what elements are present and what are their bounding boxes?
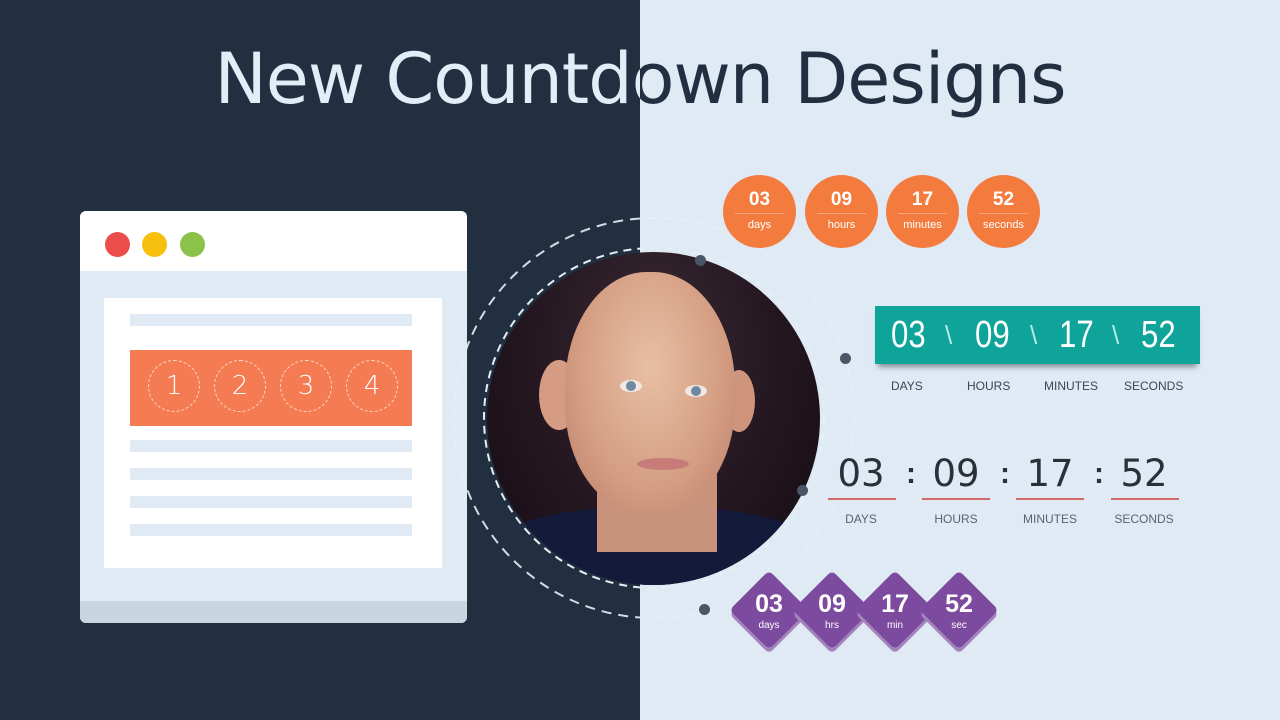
countdown-value: 17: [1059, 314, 1094, 356]
countdown-value: 03: [891, 314, 926, 356]
mouth-shape: [637, 458, 689, 470]
connector-node-icon: [840, 353, 851, 364]
promo-number-circle: 2: [214, 360, 266, 412]
underline: [1016, 498, 1084, 500]
placeholder-text-line: [130, 440, 412, 452]
countdown-value: 17: [911, 189, 934, 210]
countdown-value: 17: [1026, 452, 1074, 495]
placeholder-text-line: [130, 314, 412, 326]
countdown-unit-seconds: 52 sec: [919, 570, 999, 650]
countdown-value: 09: [975, 314, 1010, 356]
countdown-label: MINUTES: [1023, 512, 1077, 526]
countdown-unit-minutes: 17 minutes: [886, 175, 959, 248]
countdown-teal-bar: 03 \ 09 \ 17 \ 52: [875, 306, 1200, 364]
countdown-unit-hours: 09 hrs: [792, 570, 872, 650]
divider: [898, 213, 947, 214]
countdown-unit-days: 03 days: [723, 175, 796, 248]
browser-window-illustration: 1 2 3 4: [80, 211, 467, 623]
countdown-label: DAYS: [845, 512, 877, 526]
placeholder-text-line: [130, 468, 412, 480]
separator: \: [945, 320, 953, 350]
connector-node-icon: [797, 485, 808, 496]
countdown-value: 52: [1120, 452, 1168, 495]
countdown-label: MINUTES: [1044, 379, 1098, 393]
countdown-label: days: [747, 219, 772, 231]
browser-footer-bar: [80, 601, 467, 623]
countdown-label: minutes: [903, 219, 942, 231]
placeholder-text-line: [130, 496, 412, 508]
eye-shape: [620, 380, 642, 392]
placeholder-text-line: [130, 524, 412, 536]
countdown-unit-minutes: 17 min: [855, 570, 935, 650]
divider: [817, 213, 866, 214]
promo-number-circle: 4: [346, 360, 398, 412]
title-text-light: New Countdown Designs: [214, 38, 640, 120]
browser-titlebar: [80, 211, 467, 271]
countdown-value: 52: [992, 189, 1015, 210]
countdown-value: 03: [837, 452, 885, 495]
countdown-value: 09: [932, 452, 980, 495]
connector-node-icon: [695, 255, 706, 266]
close-dot-icon: [105, 232, 130, 257]
divider: [979, 213, 1028, 214]
underline: [1111, 498, 1179, 500]
separator: \: [1112, 320, 1120, 350]
countdown-unit-days: 03 days: [729, 570, 809, 650]
countdown-label: SECONDS: [1124, 379, 1184, 393]
title-text-dark: New Countdown Designs: [640, 38, 1067, 120]
underline: [922, 498, 990, 500]
countdown-value: 52: [945, 590, 973, 618]
countdown-label: sec: [951, 620, 967, 631]
countdown-label: hours: [827, 219, 856, 231]
browser-page-content: 1 2 3 4: [104, 298, 442, 568]
countdown-label: HOURS: [967, 379, 1011, 393]
minimize-dot-icon: [142, 232, 167, 257]
countdown-value: 03: [748, 189, 771, 210]
promo-number-circle: 3: [280, 360, 332, 412]
underline: [828, 498, 896, 500]
separator: \: [1030, 320, 1038, 350]
countdown-value: 09: [830, 189, 853, 210]
connector-node-icon: [699, 604, 710, 615]
page-title: New Countdown Designs New Countdown Desi…: [0, 36, 1280, 126]
promo-number-circle: 1: [148, 360, 200, 412]
countdown-label: HOURS: [934, 512, 978, 526]
maximize-dot-icon: [180, 232, 205, 257]
countdown-label: DAYS: [891, 379, 923, 393]
countdown-label: seconds: [983, 219, 1024, 231]
countdown-value: 52: [1141, 314, 1176, 356]
eye-shape: [685, 385, 707, 397]
countdown-label: SECONDS: [1114, 512, 1174, 526]
divider: [735, 213, 784, 214]
countdown-unit-seconds: 52 seconds: [967, 175, 1040, 248]
countdown-unit-hours: 09 hours: [805, 175, 878, 248]
head-shape: [565, 272, 735, 512]
presenter-photo: [487, 252, 820, 585]
countdown-banner-illustration: 1 2 3 4: [130, 350, 412, 426]
